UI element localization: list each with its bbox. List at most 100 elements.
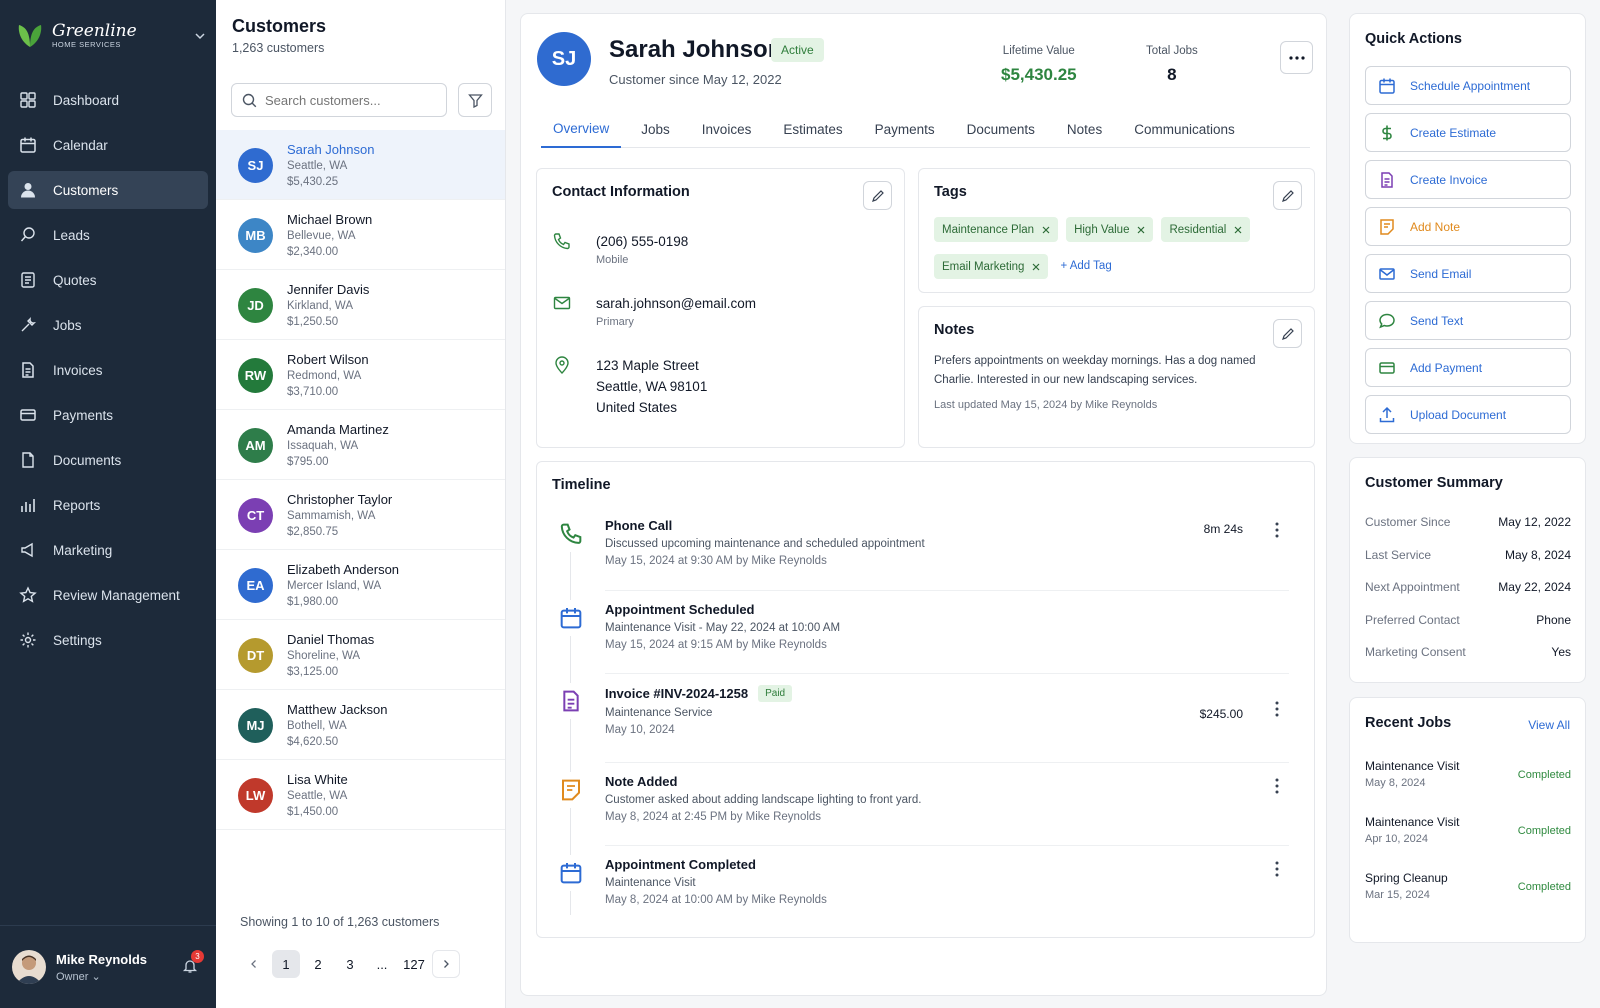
sidebar-item-calendar[interactable]: Calendar: [8, 126, 208, 164]
close-icon[interactable]: [1234, 226, 1242, 234]
customer-row[interactable]: MB Michael Brown Bellevue, WA $2,340.00: [216, 200, 505, 270]
search-input[interactable]: [265, 92, 435, 108]
user-profile[interactable]: Mike Reynolds Owner ⌄ 3: [0, 925, 216, 1008]
tab-documents[interactable]: Documents: [955, 110, 1047, 148]
add-tag-button[interactable]: + Add Tag: [1060, 254, 1111, 279]
customer-name: Jennifer Davis: [287, 282, 370, 297]
sidebar-item-dashboard[interactable]: Dashboard: [8, 81, 208, 119]
page-button[interactable]: 2: [304, 950, 332, 978]
tab-jobs[interactable]: Jobs: [629, 110, 682, 148]
kebab-menu-icon[interactable]: [1275, 778, 1279, 794]
sidebar-item-settings[interactable]: Settings: [8, 621, 208, 659]
close-icon[interactable]: [1032, 263, 1040, 271]
page-button[interactable]: 1: [272, 950, 300, 978]
prev-page-button[interactable]: [240, 950, 268, 978]
customer-row[interactable]: CT Christopher Taylor Sammamish, WA $2,8…: [216, 480, 505, 550]
sidebar-item-marketing[interactable]: Marketing: [8, 531, 208, 569]
sidebar-item-payments[interactable]: Payments: [8, 396, 208, 434]
detail-tabs: Overview Jobs Invoices Estimates Payments Doc…: [541, 110, 1310, 148]
contact-card: Contact Information (206) 555-0198 Mobile…: [536, 168, 905, 448]
view-all-link[interactable]: View All: [1528, 718, 1570, 732]
filter-button[interactable]: [458, 83, 492, 117]
sidebar-item-reports[interactable]: Reports: [8, 486, 208, 524]
sidebar-item-invoices[interactable]: Invoices: [8, 351, 208, 389]
tab-invoices[interactable]: Invoices: [690, 110, 764, 148]
more-actions-button[interactable]: [1280, 41, 1313, 74]
tab-overview[interactable]: Overview: [541, 110, 622, 148]
upload-document-button[interactable]: Upload Document: [1365, 395, 1571, 434]
edit-notes-button[interactable]: [1273, 319, 1302, 348]
sidebar-item-label: Quotes: [53, 272, 97, 288]
user-role[interactable]: Owner ⌄: [56, 970, 147, 983]
customer-value: $3,710.00: [287, 386, 339, 398]
customer-name: Robert Wilson: [287, 352, 369, 367]
recent-job-item[interactable]: Maintenance Visit May 8, 2024 Completed: [1365, 759, 1571, 789]
customer-value: $2,850.75: [287, 526, 339, 538]
close-icon[interactable]: [1042, 226, 1050, 234]
tab-payments[interactable]: Payments: [863, 110, 947, 148]
sidebar-item-customers[interactable]: Customers: [8, 171, 208, 209]
customer-row[interactable]: LW Lisa White Seattle, WA $1,450.00: [216, 760, 505, 830]
kebab-menu-icon[interactable]: [1275, 861, 1279, 877]
next-page-button[interactable]: [432, 950, 460, 978]
quick-action-label: Send Email: [1410, 266, 1472, 281]
send-email-button[interactable]: Send Email: [1365, 254, 1571, 293]
add-payment-button[interactable]: Add Payment: [1365, 348, 1571, 387]
customer-location: Seattle, WA: [287, 160, 348, 172]
customer-row[interactable]: JD Jennifer Davis Kirkland, WA $1,250.50: [216, 270, 505, 340]
page-title: Customers: [232, 16, 327, 36]
chevron-down-icon: [194, 30, 206, 42]
summary-label: Customer Since: [1365, 515, 1451, 529]
customer-value: $5,430.25: [287, 176, 339, 188]
recent-job-item[interactable]: Maintenance Visit Apr 10, 2024 Completed: [1365, 815, 1571, 845]
add-note-button[interactable]: Add Note: [1365, 207, 1571, 246]
search-icon: [242, 93, 257, 108]
timeline-connector: [570, 636, 571, 683]
user-name: Mike Reynolds: [56, 951, 148, 967]
sidebar-item-review-management[interactable]: Review Management: [8, 576, 208, 614]
sidebar-item-documents[interactable]: Documents: [8, 441, 208, 479]
contact-title: Contact Information: [552, 184, 690, 200]
timeline-subtitle: Discussed upcoming maintenance and sched…: [605, 538, 925, 550]
sidebar-item-leads[interactable]: Leads: [8, 216, 208, 254]
tab-communications[interactable]: Communications: [1122, 110, 1247, 148]
customer-row[interactable]: MJ Matthew Jackson Bothell, WA $4,620.50: [216, 690, 505, 760]
page-button[interactable]: 127: [400, 950, 428, 978]
create-invoice-button[interactable]: Create Invoice: [1365, 160, 1571, 199]
close-icon[interactable]: [1137, 226, 1145, 234]
customer-value: $1,250.50: [287, 316, 339, 328]
customer-name: Sarah Johnson: [287, 142, 375, 157]
phone-number[interactable]: (206) 555-0198: [596, 231, 688, 252]
tag-label: High Value: [1074, 223, 1130, 236]
customer-row[interactable]: RW Robert Wilson Redmond, WA $3,710.00: [216, 340, 505, 410]
customer-row[interactable]: DT Daniel Thomas Shoreline, WA $3,125.00: [216, 620, 505, 690]
edit-tags-button[interactable]: [1273, 181, 1302, 210]
notifications-button[interactable]: 3: [182, 950, 204, 974]
quick-action-label: Schedule Appointment: [1410, 78, 1531, 93]
customer-row[interactable]: EA Elizabeth Anderson Mercer Island, WA …: [216, 550, 505, 620]
megaphone-icon: [19, 541, 37, 559]
tab-estimates[interactable]: Estimates: [771, 110, 854, 148]
customer-row[interactable]: SJ Sarah Johnson Seattle, WA $5,430.25: [216, 130, 505, 200]
sidebar-item-jobs[interactable]: Jobs: [8, 306, 208, 344]
timeline-subtitle: Customer asked about adding landscape li…: [605, 794, 922, 806]
page-button[interactable]: 3: [336, 950, 364, 978]
kebab-menu-icon[interactable]: [1275, 701, 1279, 717]
recent-job-item[interactable]: Spring Cleanup Mar 15, 2024 Completed: [1365, 871, 1571, 901]
brand-switcher[interactable]: Greenline HOME SERVICES: [16, 22, 206, 49]
summary-value: May 8, 2024: [1504, 547, 1571, 562]
address-line: Seattle, WA 98101: [596, 379, 708, 394]
edit-contact-button[interactable]: [863, 181, 892, 210]
customer-avatar: SJ: [238, 148, 273, 183]
summary-value: Phone: [1536, 612, 1571, 627]
email-address[interactable]: sarah.johnson@email.com: [596, 293, 756, 314]
page-button: ...: [376, 956, 388, 972]
quick-action-label: Create Invoice: [1410, 172, 1488, 187]
tab-notes[interactable]: Notes: [1055, 110, 1114, 148]
customer-row[interactable]: AM Amanda Martinez Issaquah, WA $795.00: [216, 410, 505, 480]
send-text-button[interactable]: Send Text: [1365, 301, 1571, 340]
sidebar-item-quotes[interactable]: Quotes: [8, 261, 208, 299]
create-estimate-button[interactable]: Create Estimate: [1365, 113, 1571, 152]
schedule-appointment-button[interactable]: Schedule Appointment: [1365, 66, 1571, 105]
kebab-menu-icon[interactable]: [1275, 522, 1279, 538]
